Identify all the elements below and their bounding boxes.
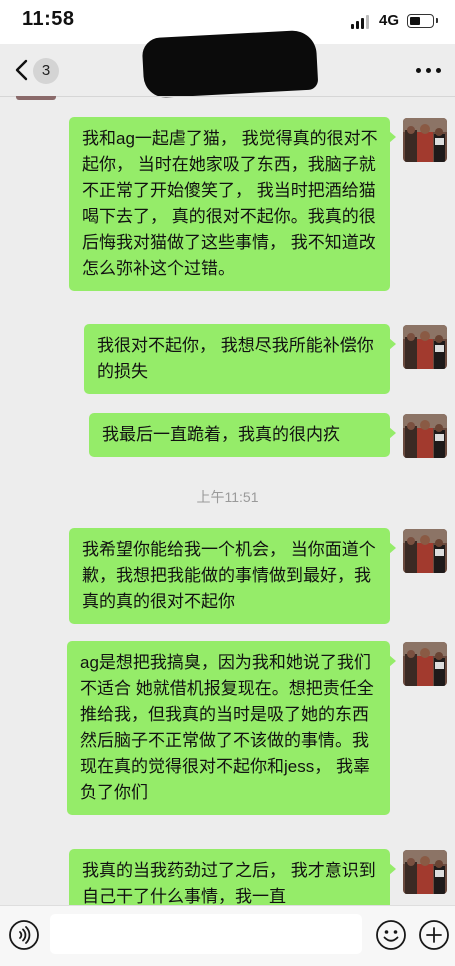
avatar[interactable] [403, 642, 447, 686]
contact-name-redaction [141, 29, 319, 99]
more-icon[interactable] [416, 68, 442, 74]
battery-icon [407, 14, 438, 28]
network-label: 4G [379, 12, 400, 29]
message-text: 我很对不起你， 我想尽我所能补偿你的损失 [97, 336, 374, 381]
avatar-image [403, 529, 447, 573]
message-text: 我希望你能给我一个机会， 当你面道个歉，我想把我能做的事情做到最好，我真的真的很… [82, 540, 376, 611]
message-bubble[interactable]: ag是想把我搞臭，因为我和她说了我们不适合 她就借机报复现在。想把责任全推给我，… [67, 641, 396, 815]
avatar-image [403, 325, 447, 369]
message-text: 我真的当我药劲过了之后， 我才意识到自己干了什么事情，我一直 [82, 861, 376, 905]
message-text: ag是想把我搞臭，因为我和她说了我们不适合 她就借机报复现在。想把责任全推给我，… [80, 653, 374, 802]
message-bubble[interactable]: 我和ag一起虐了猫， 我觉得真的很对不起你， 当时在她家吸了东西，我脑子就不正常… [69, 117, 396, 291]
input-bar [0, 905, 455, 966]
message-timestamp: 上午11:51 [196, 489, 259, 505]
avatar[interactable] [403, 414, 447, 458]
message-text: 我最后一直跪着，我真的很内疚 [102, 425, 340, 444]
signal-icon [351, 15, 371, 29]
avatar-image [403, 414, 447, 458]
avatar[interactable] [403, 325, 447, 369]
avatar-image [403, 850, 447, 894]
avatar-image [403, 118, 447, 162]
status-time: 11:58 [22, 8, 75, 30]
message-bubble[interactable]: 我真的当我药劲过了之后， 我才意识到自己干了什么事情，我一直 [69, 849, 396, 905]
avatar[interactable] [403, 118, 447, 162]
message-text: 我和ag一起虐了猫， 我觉得真的很对不起你， 当时在她家吸了东西，我脑子就不正常… [82, 129, 378, 278]
emoji-icon[interactable] [375, 919, 407, 951]
message-input[interactable] [50, 914, 362, 954]
voice-icon[interactable] [8, 919, 40, 951]
avatar[interactable] [403, 850, 447, 894]
unread-count-badge[interactable]: 3 [33, 58, 59, 84]
message-bubble[interactable]: 我最后一直跪着，我真的很内疚 [89, 413, 396, 457]
avatar-image [403, 642, 447, 686]
message-bubble[interactable]: 我希望你能给我一个机会， 当你面道个歉，我想把我能做的事情做到最好，我真的真的很… [69, 528, 396, 624]
avatar[interactable] [403, 529, 447, 573]
message-bubble[interactable]: 我很对不起你， 我想尽我所能补偿你的损失 [84, 324, 396, 394]
plus-icon[interactable] [418, 919, 450, 951]
chat-area[interactable]: 我和ag一起虐了猫， 我觉得真的很对不起你， 当时在她家吸了东西，我脑子就不正常… [0, 97, 455, 905]
back-icon[interactable] [13, 59, 31, 81]
